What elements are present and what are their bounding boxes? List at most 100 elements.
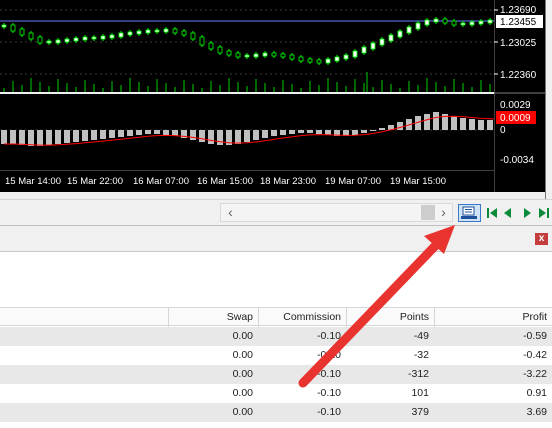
- candle-body: [37, 36, 43, 44]
- scroll-left-icon[interactable]: [502, 204, 514, 222]
- candle-body: [415, 22, 421, 30]
- candle-body: [73, 37, 79, 42]
- candle-body: [307, 58, 313, 63]
- candle-body: [19, 28, 25, 36]
- swap-cell: 0.00: [232, 330, 253, 342]
- candle-body: [172, 28, 178, 34]
- chart-bottom-border: [0, 192, 545, 199]
- candle-body: [208, 42, 214, 50]
- candle-body: [55, 39, 61, 44]
- candle-body: [289, 54, 295, 60]
- candle-body: [226, 50, 232, 56]
- candle-body: [46, 40, 52, 44]
- oscillator-bar: [370, 130, 376, 131]
- candle-body: [469, 21, 475, 26]
- oscillator-bar: [424, 114, 430, 130]
- osc-current-tag: 0.0009: [500, 113, 531, 124]
- candle-body: [244, 54, 250, 58]
- chart-shift-icon[interactable]: [458, 204, 482, 222]
- candle-body: [487, 19, 493, 24]
- time-tick-label: 15 Mar 22:00: [67, 176, 123, 187]
- candle-body: [325, 58, 331, 64]
- oscillator-bar: [469, 119, 475, 130]
- window-border: [545, 0, 552, 199]
- oscillator-bar: [10, 130, 16, 144]
- oscillator-bar: [82, 130, 88, 141]
- table-row[interactable]: 0.00 -0.10 379 3.69: [0, 403, 552, 422]
- scroll-right-icon[interactable]: [521, 204, 533, 222]
- osc-label-top: 0.0029: [500, 100, 531, 111]
- candle-body: [280, 53, 286, 58]
- chart-window[interactable]: 15 Mar 14:00 15 Mar 22:00 16 Mar 07:00 16 M…: [0, 0, 552, 199]
- price-pane[interactable]: [0, 0, 502, 92]
- candle-body: [10, 24, 16, 32]
- oscillator-bar: [37, 130, 43, 146]
- candle-body: [316, 59, 322, 64]
- close-icon[interactable]: x: [535, 233, 548, 245]
- candle-body: [118, 32, 124, 38]
- candle-body: [181, 30, 187, 36]
- oscillator-bar: [208, 130, 214, 144]
- oscillator-bar: [127, 130, 133, 136]
- table-row[interactable]: 0.00 -0.10 -32 -0.42: [0, 346, 552, 365]
- table-row[interactable]: 0.00 -0.10 -312 -3.22: [0, 365, 552, 384]
- price-axis: 1.23690 1.23455 1.23025 1.22360 0.0029 0…: [493, 0, 545, 192]
- table-row[interactable]: 0.00 -0.10 -49 -0.59: [0, 327, 552, 346]
- profit-cell: 0.91: [526, 387, 547, 399]
- commission-cell: -0.10: [317, 406, 341, 418]
- time-tick-label: 16 Mar 07:00: [133, 176, 189, 187]
- oscillator-bar: [64, 130, 70, 143]
- column-header-points[interactable]: Points: [346, 308, 434, 327]
- swap-cell: 0.00: [232, 406, 253, 418]
- candle-body: [28, 32, 34, 40]
- candle-body: [190, 32, 196, 40]
- column-header-commission[interactable]: Commission: [258, 308, 346, 327]
- column-header-swap[interactable]: Swap: [168, 308, 258, 327]
- horizontal-scrollbar[interactable]: ‹ ›: [220, 203, 453, 222]
- candle-body: [235, 52, 241, 58]
- candle-body: [109, 34, 115, 39]
- points-cell: 101: [411, 387, 429, 399]
- candle-body: [91, 36, 97, 40]
- time-tick-label: 19 Mar 15:00: [390, 176, 446, 187]
- oscillator-bar: [217, 130, 223, 145]
- scroll-right-arrow[interactable]: ›: [435, 204, 452, 221]
- candle-body: [343, 54, 349, 60]
- candlestick-chart: [0, 9, 502, 92]
- oscillator-bar: [487, 120, 493, 130]
- oscillator-bar: [19, 130, 25, 145]
- scroll-left-arrow[interactable]: ‹: [222, 204, 239, 221]
- candle-body: [199, 36, 205, 46]
- oscillator-bar: [154, 130, 160, 134]
- candle-body: [478, 20, 484, 25]
- current-price-tag: 1.23455: [500, 17, 537, 28]
- candle-body: [82, 36, 88, 41]
- scroll-to-start-icon[interactable]: [485, 204, 499, 222]
- candle-body: [64, 38, 70, 43]
- time-tick-label: 18 Mar 23:00: [260, 176, 316, 187]
- oscillator-bar: [361, 130, 367, 133]
- scrollbar-thumb[interactable]: [421, 205, 435, 220]
- oscillator-bar: [100, 130, 106, 139]
- commission-cell: -0.10: [317, 349, 341, 361]
- candle-body: [460, 22, 466, 26]
- oscillator-bar: [307, 130, 313, 133]
- commission-cell: -0.10: [317, 368, 341, 380]
- column-header-profit[interactable]: Profit: [434, 308, 552, 327]
- candle-body: [424, 19, 430, 26]
- table-row[interactable]: 0.00 -0.10 101 0.91: [0, 384, 552, 403]
- oscillator-bar: [478, 120, 484, 130]
- candle-body: [379, 38, 385, 46]
- oscillator-bar: [235, 130, 241, 144]
- price-label-low: 1.22360: [500, 70, 537, 81]
- oscillator-bar: [73, 130, 79, 142]
- oscillator-pane[interactable]: [0, 94, 502, 170]
- candle-body: [442, 18, 448, 24]
- oscillator-bar: [352, 130, 358, 135]
- oscillator-bar: [199, 130, 205, 142]
- scroll-to-end-icon[interactable]: [537, 204, 551, 222]
- points-cell: 379: [411, 406, 429, 418]
- candle-body: [271, 52, 277, 57]
- time-axis: 15 Mar 14:00 15 Mar 22:00 16 Mar 07:00 16 M…: [0, 169, 494, 192]
- candle-body: [352, 50, 358, 58]
